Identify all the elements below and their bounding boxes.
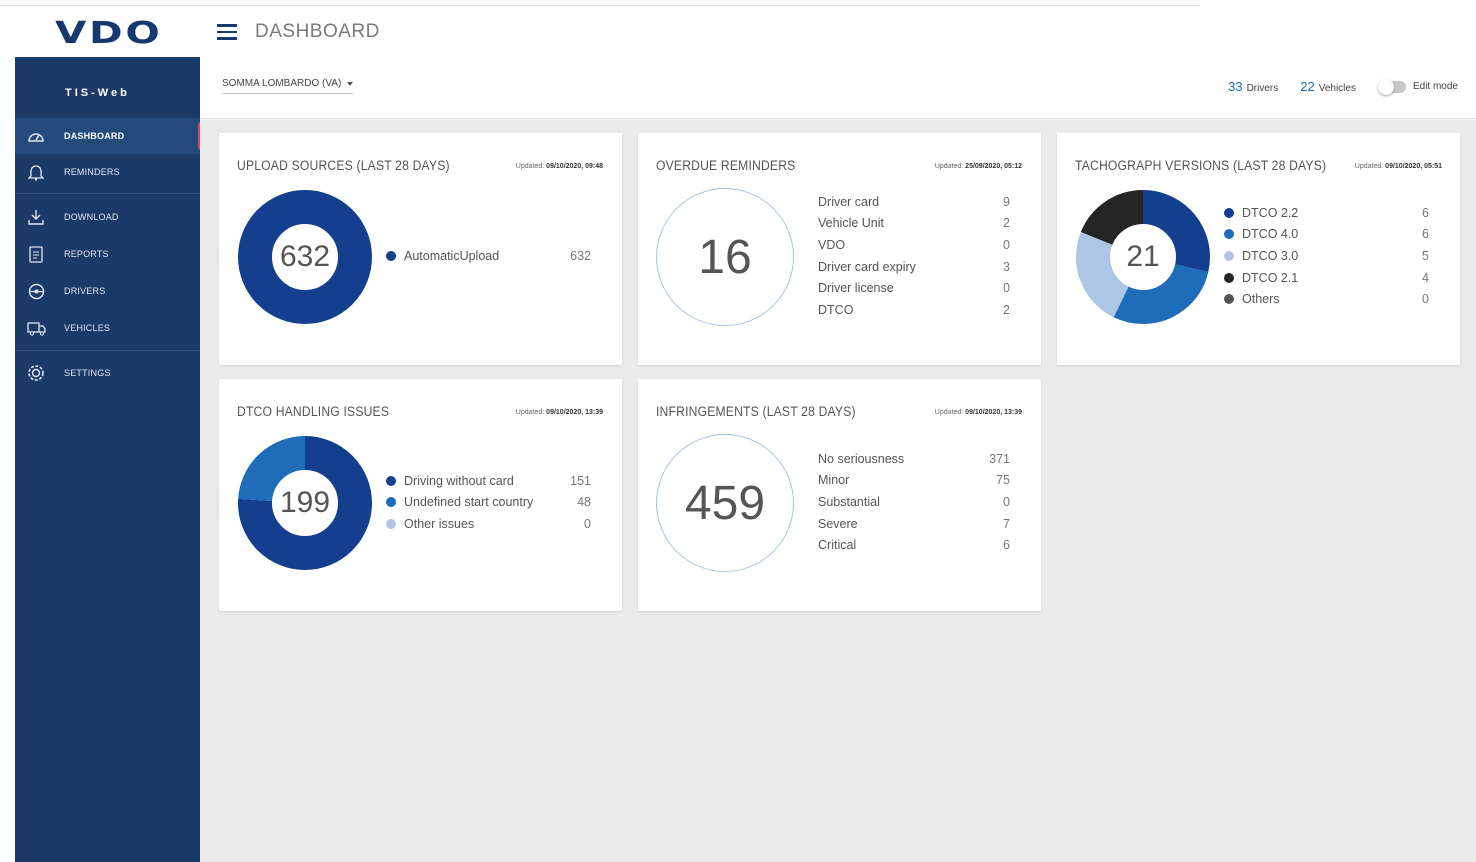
dtco-legend: Driving without card 151 Undefined start … — [386, 470, 591, 535]
download-icon — [26, 207, 46, 227]
donut-total: 199 — [279, 486, 331, 519]
tachograph-versions-card: TACHOGRAPH VERSIONS (LAST 28 DAYS) Updat… — [1057, 133, 1460, 365]
sidebar-item-label: VEHICLES — [64, 323, 111, 333]
sidebar-divider — [15, 193, 200, 194]
list-item[interactable]: VDO 0 — [818, 234, 1010, 256]
list-item[interactable]: DTCO 2 — [818, 299, 1010, 321]
bell-icon — [26, 162, 46, 182]
dtco-donut-chart: 199 — [237, 435, 373, 571]
drivers-count[interactable]: 33 Drivers — [1228, 79, 1278, 94]
vdo-logo[interactable]: VDO — [55, 16, 162, 51]
list-item[interactable]: Severe 7 — [818, 513, 1010, 535]
legend-dot — [1224, 207, 1234, 218]
legend-item[interactable]: Others 0 — [1224, 288, 1429, 310]
sidebar-item-label: REMINDERS — [64, 167, 120, 177]
app-root: VDO DASHBOARD TIS-Web DASHBOARD REMINDER… — [0, 0, 1476, 862]
vehicles-count[interactable]: 22 Vehicles — [1300, 79, 1356, 94]
edit-mode-toggle[interactable] — [1377, 78, 1406, 95]
location-select[interactable]: SOMMA LOMBARDO (VA) — [222, 78, 354, 94]
top-divider — [0, 5, 1200, 6]
dtco-handling-issues-card: DTCO HANDLING ISSUES Updated: 09/10/2020… — [219, 379, 622, 611]
updated-timestamp: Updated: 09/10/2020, 09:48 — [515, 163, 603, 170]
overdue-reminders-card: OVERDUE REMINDERS Updated: 25/09/2020, 0… — [638, 133, 1041, 365]
legend-dot — [386, 497, 396, 508]
donut-total: 632 — [279, 240, 331, 273]
truck-icon — [26, 318, 46, 338]
infringements-total[interactable]: 459 — [656, 434, 794, 572]
steering-wheel-icon — [26, 281, 46, 301]
legend-dot — [1224, 294, 1234, 305]
legend-item[interactable]: DTCO 2.1 4 — [1224, 267, 1429, 289]
legend-dot — [1224, 229, 1234, 240]
infringements-list: No seriousness 371 Minor 75 Substantial 0 S… — [818, 448, 1010, 556]
legend-dot — [386, 250, 396, 261]
sidebar-item-label: DRIVERS — [64, 286, 106, 296]
updated-timestamp: Updated: 25/09/2020, 05:12 — [934, 163, 1022, 170]
legend-dot — [1224, 250, 1234, 261]
donut-total: 21 — [1126, 240, 1160, 273]
list-item[interactable]: Substantial 0 — [818, 491, 1010, 513]
legend-item[interactable]: AutomaticUpload 632 — [386, 245, 591, 267]
sidebar-item-label: DASHBOARD — [64, 131, 125, 141]
legend-dot — [1224, 272, 1234, 283]
list-item[interactable]: Vehicle Unit 2 — [818, 213, 1010, 235]
upload-legend: AutomaticUpload 632 — [386, 245, 591, 267]
sidebar-divider — [15, 350, 200, 351]
menu-icon[interactable] — [217, 24, 237, 40]
sidebar-item-reports[interactable]: REPORTS — [15, 236, 200, 272]
legend-item[interactable]: Other issues 0 — [386, 513, 591, 535]
card-title: DTCO HANDLING ISSUES — [237, 404, 390, 419]
edit-mode-label: Edit mode — [1412, 81, 1458, 92]
legend-item[interactable]: Undefined start country 48 — [386, 492, 591, 514]
card-title: TACHOGRAPH VERSIONS (LAST 28 DAYS) — [1075, 158, 1327, 173]
sidebar-item-dashboard[interactable]: DASHBOARD — [15, 118, 204, 154]
legend-item[interactable]: DTCO 4.0 6 — [1224, 224, 1429, 246]
sidebar-item-drivers[interactable]: DRIVERS — [15, 273, 200, 309]
caret-down-icon — [347, 81, 354, 86]
card-title: INFRINGEMENTS (LAST 28 DAYS) — [656, 404, 856, 419]
gear-icon — [26, 363, 46, 383]
card-title: UPLOAD SOURCES (LAST 28 DAYS) — [237, 158, 450, 173]
tachograph-donut-chart: 21 — [1075, 189, 1211, 325]
sidebar-item-vehicles[interactable]: VEHICLES — [15, 310, 200, 346]
list-item[interactable]: Driver card expiry 3 — [818, 256, 1010, 278]
sidebar: TIS-Web DASHBOARD REMINDERS DOWNLOAD REP… — [15, 57, 204, 862]
sidebar-item-label: DOWNLOAD — [64, 212, 119, 222]
list-item[interactable]: Driver license 0 — [818, 277, 1010, 299]
location-value: SOMMA LOMBARDO (VA) — [222, 78, 342, 89]
legend-dot — [386, 475, 396, 486]
report-icon — [26, 244, 46, 264]
legend-dot — [386, 518, 396, 529]
sidebar-item-settings[interactable]: SETTINGS — [15, 355, 200, 391]
updated-timestamp: Updated: 09/10/2020, 05:51 — [1354, 163, 1442, 170]
page-title: DASHBOARD — [255, 21, 380, 42]
updated-timestamp: Updated: 09/10/2020, 13:39 — [934, 409, 1022, 416]
upload-sources-card: UPLOAD SOURCES (LAST 28 DAYS) Updated: 0… — [219, 133, 622, 365]
sidebar-item-label: REPORTS — [64, 249, 109, 259]
filter-bar: SOMMA LOMBARDO (VA) 33 Drivers 22 Vehicl… — [200, 57, 1476, 119]
upload-donut-chart: 632 — [237, 189, 373, 325]
speedometer-icon — [26, 126, 46, 146]
sidebar-item-reminders[interactable]: REMINDERS — [15, 154, 200, 190]
list-item[interactable]: No seriousness 371 — [818, 448, 1010, 470]
sidebar-item-label: SETTINGS — [64, 368, 111, 378]
list-item[interactable]: Minor 75 — [818, 470, 1010, 492]
legend-item[interactable]: DTCO 2.2 6 — [1224, 202, 1429, 224]
tachograph-legend: DTCO 2.2 6 DTCO 4.0 6 DTCO 3.0 5 DTCO 2.1 4 … — [1224, 202, 1429, 310]
card-title: OVERDUE REMINDERS — [656, 158, 796, 173]
sidebar-item-download[interactable]: DOWNLOAD — [15, 199, 200, 235]
brand-label: TIS-Web — [65, 87, 130, 99]
infringements-card: INFRINGEMENTS (LAST 28 DAYS) Updated: 09… — [638, 379, 1041, 611]
legend-item[interactable]: Driving without card 151 — [386, 470, 591, 492]
list-item[interactable]: Driver card 9 — [818, 191, 1010, 213]
reminders-total[interactable]: 16 — [656, 188, 794, 326]
updated-timestamp: Updated: 09/10/2020, 13:39 — [515, 409, 603, 416]
dashboard-content: UPLOAD SOURCES (LAST 28 DAYS) Updated: 0… — [200, 120, 1476, 862]
reminders-list: Driver card 9 Vehicle Unit 2 VDO 0 Driver c… — [818, 191, 1010, 321]
summary-stats: 33 Drivers 22 Vehicles Edit mode — [1228, 78, 1458, 95]
legend-item[interactable]: DTCO 3.0 5 — [1224, 245, 1429, 267]
list-item[interactable]: Critical 6 — [818, 534, 1010, 556]
